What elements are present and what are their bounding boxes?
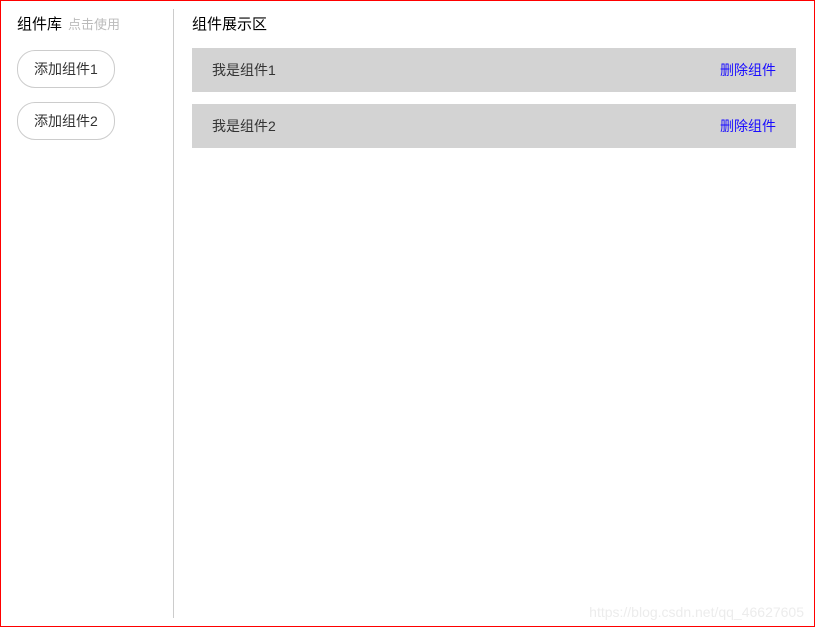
sidebar-title: 组件库 bbox=[17, 13, 62, 34]
add-component-1-button[interactable]: 添加组件1 bbox=[17, 50, 115, 88]
sidebar: 组件库 点击使用 添加组件1 添加组件2 bbox=[9, 9, 174, 618]
component-item: 我是组件1 删除组件 bbox=[192, 48, 796, 92]
delete-component-link[interactable]: 删除组件 bbox=[720, 60, 776, 80]
main-title: 组件展示区 bbox=[192, 13, 796, 34]
component-item: 我是组件2 删除组件 bbox=[192, 104, 796, 148]
component-item-label: 我是组件1 bbox=[212, 60, 276, 80]
component-item-label: 我是组件2 bbox=[212, 116, 276, 136]
sidebar-header: 组件库 点击使用 bbox=[9, 9, 163, 38]
delete-component-link[interactable]: 删除组件 bbox=[720, 116, 776, 136]
sidebar-hint: 点击使用 bbox=[68, 14, 120, 33]
add-component-2-button[interactable]: 添加组件2 bbox=[17, 102, 115, 140]
main-area: 组件展示区 我是组件1 删除组件 我是组件2 删除组件 bbox=[174, 9, 806, 618]
app-container: 组件库 点击使用 添加组件1 添加组件2 组件展示区 我是组件1 删除组件 我是… bbox=[0, 0, 815, 627]
